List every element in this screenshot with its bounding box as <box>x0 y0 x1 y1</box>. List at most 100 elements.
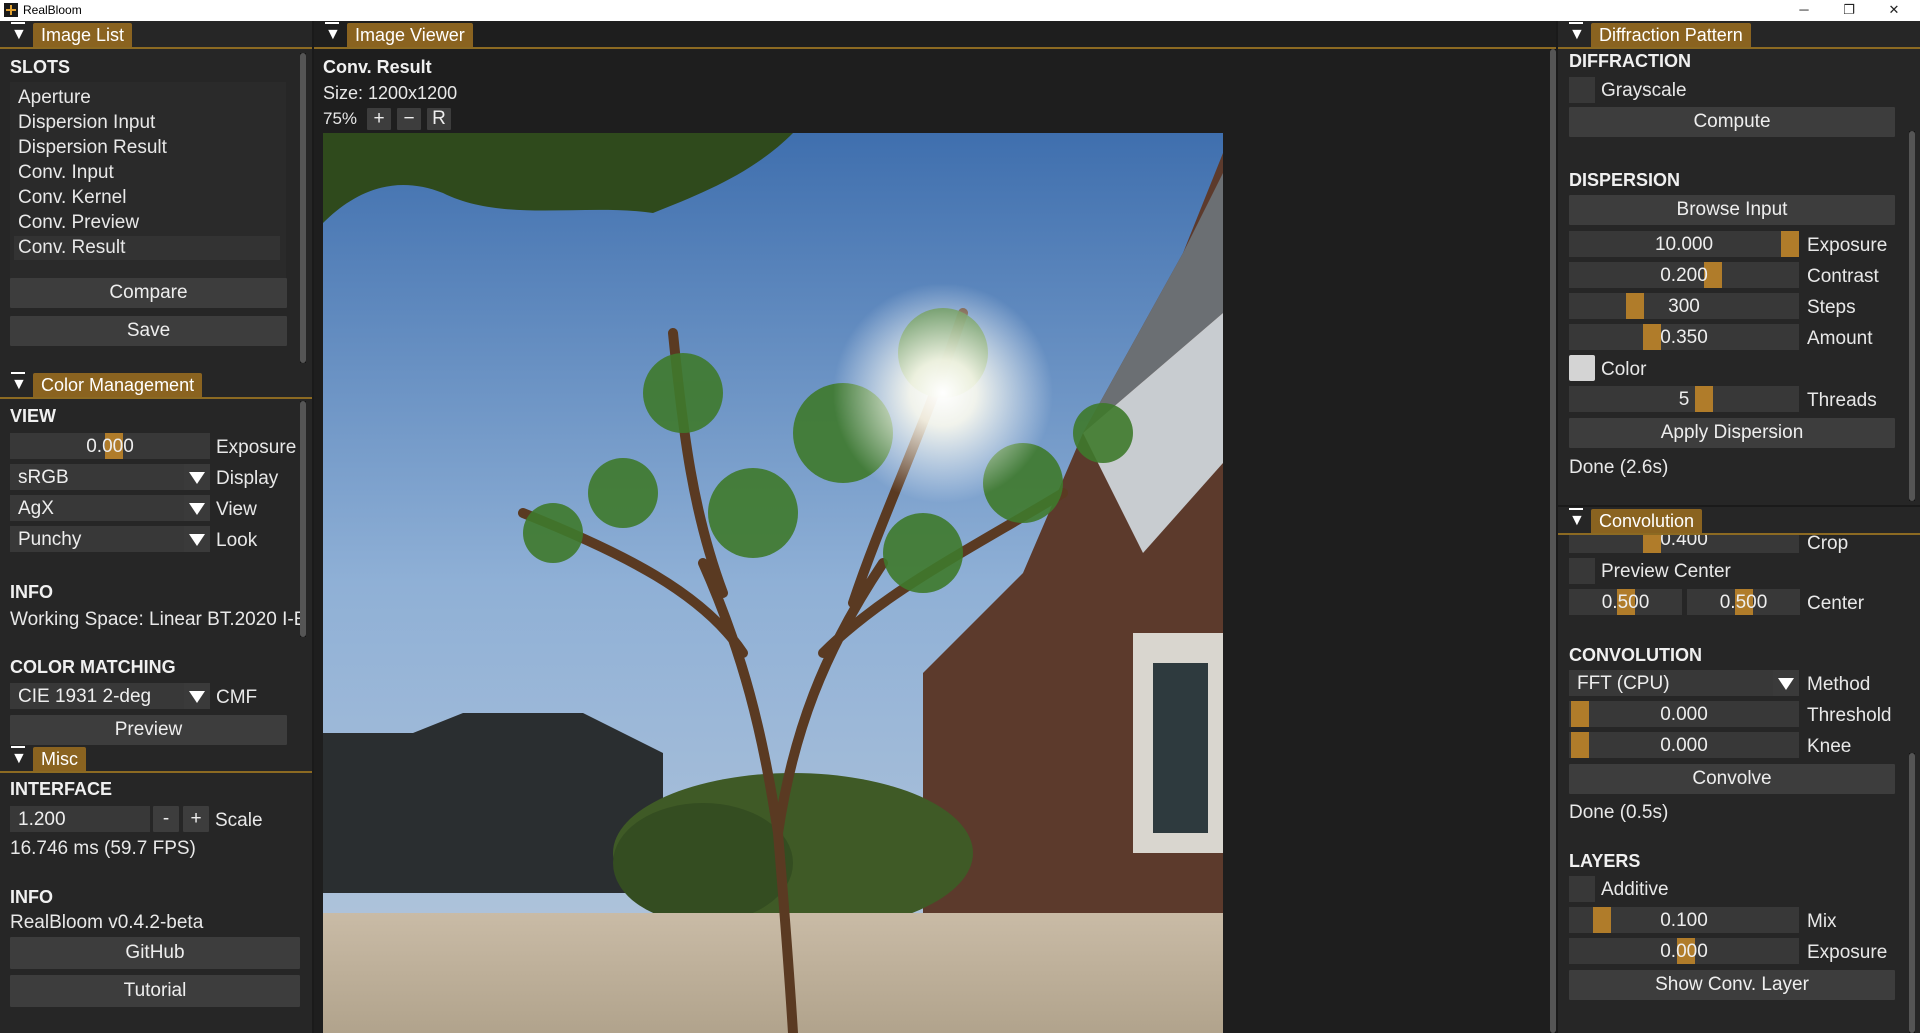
zoom-in-button[interactable]: + <box>367 108 391 130</box>
convolution-status: Done (0.5s) <box>1569 802 1669 823</box>
scale-label: Scale <box>215 810 263 831</box>
scale-decrease-button[interactable]: - <box>153 806 179 832</box>
display-label: Display <box>216 468 279 489</box>
view-select[interactable]: AgX <box>10 495 210 521</box>
image-list-scrollbar[interactable] <box>300 53 306 363</box>
center-y-slider[interactable]: 0.500 <box>1687 589 1800 615</box>
chevron-down-icon[interactable] <box>1773 670 1799 696</box>
title-bar: RealBloom ─ ❐ ✕ <box>0 0 1920 21</box>
cmf-select[interactable]: CIE 1931 2-deg <box>10 683 210 709</box>
convolve-button[interactable]: Convolve <box>1569 764 1895 794</box>
tab-convolution[interactable]: Convolution <box>1591 509 1703 533</box>
chevron-down-icon[interactable] <box>184 495 210 521</box>
browse-input-button[interactable]: Browse Input <box>1569 195 1895 225</box>
slot-conv-kernel[interactable]: Conv. Kernel <box>14 186 280 210</box>
display-select[interactable]: sRGB <box>10 464 210 490</box>
layer-exposure-label: Exposure <box>1807 942 1888 963</box>
minimize-button[interactable]: ─ <box>1782 0 1826 21</box>
slot-dispersion-input[interactable]: Dispersion Input <box>14 111 280 135</box>
collapse-icon[interactable]: ▼ <box>11 22 27 45</box>
slot-conv-input[interactable]: Conv. Input <box>14 161 280 185</box>
method-label: Method <box>1807 674 1871 695</box>
additive-checkbox[interactable] <box>1569 876 1595 902</box>
rendered-image[interactable] <box>323 133 1223 1033</box>
view-value: AgX <box>18 498 54 519</box>
preview-button[interactable]: Preview <box>10 715 287 745</box>
diffraction-scrollbar[interactable] <box>1909 131 1915 501</box>
tab-color-management[interactable]: Color Management <box>33 373 203 397</box>
steps-slider[interactable]: 300 <box>1569 293 1799 319</box>
collapse-icon[interactable]: ▼ <box>1569 22 1585 45</box>
collapse-icon[interactable]: ▼ <box>1569 508 1585 531</box>
grayscale-checkbox[interactable] <box>1569 77 1595 103</box>
knee-label: Knee <box>1807 736 1852 757</box>
compare-button[interactable]: Compare <box>10 278 287 308</box>
amount-value: 0.350 <box>1660 327 1708 348</box>
github-button[interactable]: GitHub <box>10 937 300 969</box>
scale-increase-button[interactable]: + <box>183 806 209 832</box>
tutorial-button[interactable]: Tutorial <box>10 975 300 1007</box>
app-icon <box>4 3 18 17</box>
image-list-panel: ▼ Image List SLOTS Aperture Dispersion I… <box>0 21 312 371</box>
image-viewer-header: ▼ Image Viewer <box>314 21 1556 49</box>
slots-title: SLOTS <box>10 57 71 77</box>
mix-slider[interactable]: 0.100 <box>1569 907 1799 933</box>
knee-slider[interactable]: 0.000 <box>1569 732 1799 758</box>
tab-diffraction-pattern[interactable]: Diffraction Pattern <box>1591 23 1751 47</box>
amount-slider[interactable]: 0.350 <box>1569 324 1799 350</box>
scale-input[interactable]: 1.200 <box>10 806 150 832</box>
tab-image-list[interactable]: Image List <box>33 23 133 47</box>
image-viewer-scrollbar[interactable] <box>1550 49 1556 1033</box>
center-x-slider[interactable]: 0.500 <box>1569 589 1682 615</box>
slot-conv-preview[interactable]: Conv. Preview <box>14 211 280 235</box>
close-button[interactable]: ✕ <box>1872 0 1916 21</box>
interface-title: INTERFACE <box>10 779 113 799</box>
method-select[interactable]: FFT (CPU) <box>1569 670 1799 696</box>
slots-list: Aperture Dispersion Input Dispersion Res… <box>10 82 286 294</box>
version-text: RealBloom v0.4.2-beta <box>10 912 204 933</box>
zoom-out-button[interactable]: − <box>397 108 421 130</box>
restore-button[interactable]: ❐ <box>1827 0 1871 21</box>
tab-misc[interactable]: Misc <box>33 747 86 771</box>
mix-value: 0.100 <box>1660 910 1708 931</box>
scale-value: 1.200 <box>18 809 66 830</box>
zoom-reset-button[interactable]: R <box>427 108 451 130</box>
cmf-value: CIE 1931 2-deg <box>18 686 152 707</box>
cmf-label: CMF <box>216 687 258 708</box>
collapse-icon[interactable]: ▼ <box>11 372 27 395</box>
contrast-label: Contrast <box>1807 266 1879 287</box>
diffraction-panel: ▼ Diffraction Pattern DIFFRACTION Graysc… <box>1558 21 1920 505</box>
collapse-icon[interactable]: ▼ <box>325 22 341 45</box>
show-conv-layer-button[interactable]: Show Conv. Layer <box>1569 970 1895 1000</box>
dispersion-status: Done (2.6s) <box>1569 457 1669 478</box>
collapse-icon[interactable]: ▼ <box>11 746 27 769</box>
contrast-slider[interactable]: 0.200 <box>1569 262 1799 288</box>
slot-dispersion-result[interactable]: Dispersion Result <box>14 136 280 160</box>
dispersion-exposure-slider[interactable]: 10.000 <box>1569 231 1799 257</box>
crop-slider[interactable]: 0.400 <box>1569 535 1799 553</box>
cm-exposure-slider[interactable]: 0.000 <box>10 433 210 459</box>
slot-conv-result[interactable]: Conv. Result <box>14 236 280 260</box>
threads-label: Threads <box>1807 390 1877 411</box>
misc-panel: ▼ Misc INTERFACE 1.200 - + Scale 16.746 … <box>0 745 312 1033</box>
color-swatch[interactable] <box>1569 355 1595 381</box>
color-management-scrollbar[interactable] <box>300 401 306 637</box>
convolution-scrollbar[interactable] <box>1909 753 1915 1033</box>
tab-image-viewer[interactable]: Image Viewer <box>347 23 473 47</box>
look-label: Look <box>216 530 258 551</box>
look-select[interactable]: Punchy <box>10 526 210 552</box>
preview-center-checkbox[interactable] <box>1569 558 1595 584</box>
chevron-down-icon[interactable] <box>184 683 210 709</box>
chevron-down-icon[interactable] <box>184 464 210 490</box>
threads-slider[interactable]: 5 <box>1569 386 1799 412</box>
layer-exposure-value: 0.000 <box>1660 941 1708 962</box>
working-space-text: Working Space: Linear BT.2020 I-E <box>10 609 307 630</box>
slot-aperture[interactable]: Aperture <box>14 86 280 110</box>
scene-graphic <box>323 133 1223 1033</box>
apply-dispersion-button[interactable]: Apply Dispersion <box>1569 418 1895 448</box>
compute-button[interactable]: Compute <box>1569 107 1895 137</box>
threshold-slider[interactable]: 0.000 <box>1569 701 1799 727</box>
layer-exposure-slider[interactable]: 0.000 <box>1569 938 1799 964</box>
chevron-down-icon[interactable] <box>184 526 210 552</box>
save-button[interactable]: Save <box>10 316 287 346</box>
